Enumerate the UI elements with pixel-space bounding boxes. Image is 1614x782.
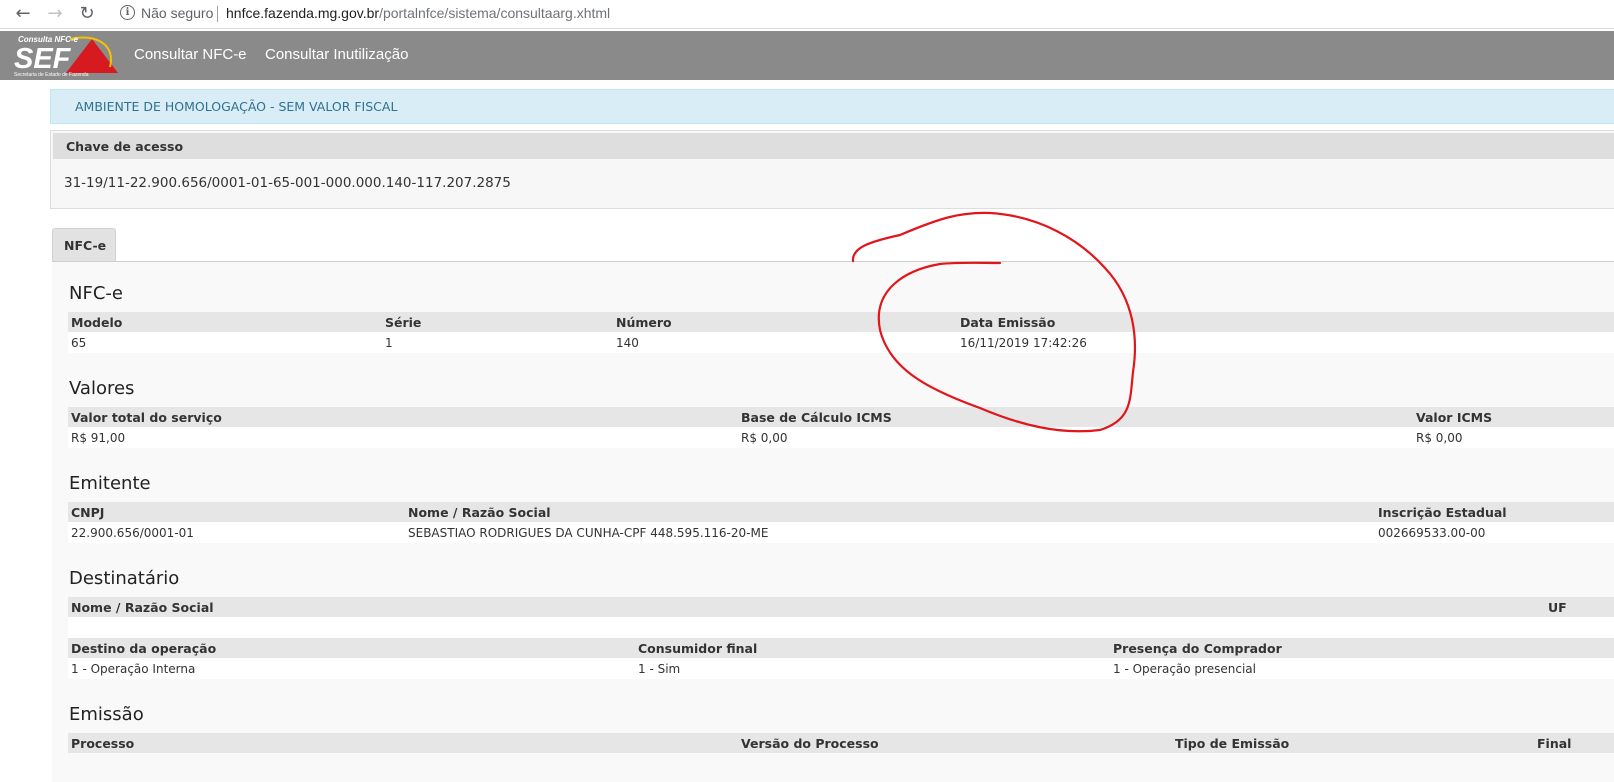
value-presenca-comprador: 1 - Operação presencial bbox=[1113, 662, 1256, 676]
destinatario-value-row bbox=[68, 617, 1614, 638]
value-modelo: 65 bbox=[71, 336, 87, 350]
nfce-value-row: 65 1 140 16/11/2019 17:42:26 bbox=[68, 332, 1614, 353]
menu-consultar-nfce[interactable]: Consultar NFC-e bbox=[134, 46, 247, 63]
insecure-label[interactable]: Não seguro bbox=[141, 5, 213, 21]
header-dest-uf: UF bbox=[1548, 600, 1567, 615]
valores-header-row: Valor total do serviço Base de Cálculo I… bbox=[68, 407, 1614, 427]
section-title-emissao: Emissão bbox=[69, 704, 144, 725]
back-arrow-icon[interactable]: ← bbox=[12, 3, 34, 25]
valores-value-row: R$ 91,00 R$ 0,00 R$ 0,00 bbox=[68, 427, 1614, 448]
value-inscricao-estadual: 002669533.00-00 bbox=[1378, 526, 1486, 540]
header-tipo-emissao: Tipo de Emissão bbox=[1175, 736, 1290, 751]
header-data-emissao: Data Emissão bbox=[960, 315, 1056, 330]
homologation-alert-text: AMBIENTE DE HOMOLOGAÇÃO - SEM VALOR FISC… bbox=[75, 99, 398, 114]
value-base-calculo: R$ 0,00 bbox=[741, 431, 788, 445]
section-title-destinatario: Destinatário bbox=[69, 568, 180, 589]
info-icon[interactable]: i bbox=[120, 5, 135, 20]
header-consumidor-final: Consumidor final bbox=[638, 641, 758, 656]
access-key-label: Chave de acesso bbox=[66, 139, 184, 154]
emitente-header-row: CNPJ Nome / Razão Social Inscrição Estad… bbox=[68, 502, 1614, 522]
value-serie: 1 bbox=[385, 336, 393, 350]
value-destino-operacao: 1 - Operação Interna bbox=[71, 662, 196, 676]
header-numero: Número bbox=[616, 315, 672, 330]
forward-arrow-icon[interactable]: → bbox=[44, 3, 66, 25]
reload-icon[interactable]: ↻ bbox=[76, 3, 98, 25]
section-title-emitente: Emitente bbox=[69, 473, 151, 494]
value-valor-total: R$ 91,00 bbox=[71, 431, 126, 445]
header-dest-nome: Nome / Razão Social bbox=[71, 600, 214, 615]
value-data-emissao: 16/11/2019 17:42:26 bbox=[960, 336, 1087, 350]
tab-nfce-label: NFC-e bbox=[64, 238, 107, 253]
logo-main-text: SEF bbox=[14, 43, 72, 75]
header-presenca-comprador: Presença do Comprador bbox=[1113, 641, 1282, 656]
nfce-header-row: Modelo Série Número Data Emissão bbox=[68, 312, 1614, 332]
value-consumidor-final: 1 - Sim bbox=[638, 662, 681, 676]
tab-nfce[interactable]: NFC-e bbox=[52, 228, 116, 262]
header-finalidade: Final bbox=[1537, 736, 1572, 751]
emitente-value-row: 22.900.656/0001-01 SEBASTIAO RODRIGUES D… bbox=[68, 522, 1614, 543]
header-valor-icms: Valor ICMS bbox=[1416, 410, 1493, 425]
left-edge bbox=[0, 31, 3, 782]
url-field[interactable]: hnfce.fazenda.mg.gov.br/portalnfce/siste… bbox=[226, 5, 610, 21]
header-destino-operacao: Destino da operação bbox=[71, 641, 217, 656]
access-key-value: 31-19/11-22.900.656/0001-01-65-001-000.0… bbox=[64, 175, 511, 191]
section-title-nfce: NFC-e bbox=[69, 283, 123, 304]
url-host: hnfce.fazenda.mg.gov.br bbox=[226, 5, 380, 21]
operacao-value-row: 1 - Operação Interna 1 - Sim 1 - Operaçã… bbox=[68, 658, 1614, 679]
header-cnpj: CNPJ bbox=[71, 505, 105, 520]
url-path: /portalnfce/sistema/consultaarg.xhtml bbox=[379, 5, 611, 21]
access-key-panel: Chave de acesso 31-19/11-22.900.656/0001… bbox=[50, 130, 1614, 209]
address-separator bbox=[217, 6, 218, 22]
header-valor-total: Valor total do serviço bbox=[71, 410, 222, 425]
header-inscricao-estadual: Inscrição Estadual bbox=[1378, 505, 1507, 520]
header-processo: Processo bbox=[71, 736, 135, 751]
browser-address-bar: ← → ↻ i Não seguro hnfce.fazenda.mg.gov.… bbox=[0, 0, 1614, 29]
value-nome-razao-social: SEBASTIAO RODRIGUES DA CUNHA-CPF 448.595… bbox=[408, 526, 769, 540]
value-valor-icms: R$ 0,00 bbox=[1416, 431, 1463, 445]
access-key-header: Chave de acesso bbox=[53, 133, 1614, 159]
header-nome-razao-social: Nome / Razão Social bbox=[408, 505, 551, 520]
menu-consultar-inutilizacao[interactable]: Consultar Inutilização bbox=[265, 46, 408, 63]
header-modelo: Modelo bbox=[71, 315, 123, 330]
homologation-alert: AMBIENTE DE HOMOLOGAÇÃO - SEM VALOR FISC… bbox=[50, 89, 1614, 124]
emissao-header-row: Processo Versão do Processo Tipo de Emis… bbox=[68, 733, 1614, 753]
header-base-calculo: Base de Cálculo ICMS bbox=[741, 410, 892, 425]
top-navbar: Consulta NFC-e SEF Secretaria de Estado … bbox=[0, 31, 1614, 80]
destinatario-header-row: Nome / Razão Social UF bbox=[68, 597, 1614, 617]
value-numero: 140 bbox=[616, 336, 639, 350]
operacao-header-row: Destino da operação Consumidor final Pre… bbox=[68, 638, 1614, 658]
header-versao-processo: Versão do Processo bbox=[741, 736, 879, 751]
header-serie: Série bbox=[385, 315, 422, 330]
value-cnpj: 22.900.656/0001-01 bbox=[71, 526, 194, 540]
sef-logo[interactable]: Consulta NFC-e SEF Secretaria de Estado … bbox=[12, 33, 122, 79]
logo-sub-text: Secretaria de Estado de Fazenda bbox=[14, 72, 89, 78]
section-title-valores: Valores bbox=[69, 378, 135, 399]
